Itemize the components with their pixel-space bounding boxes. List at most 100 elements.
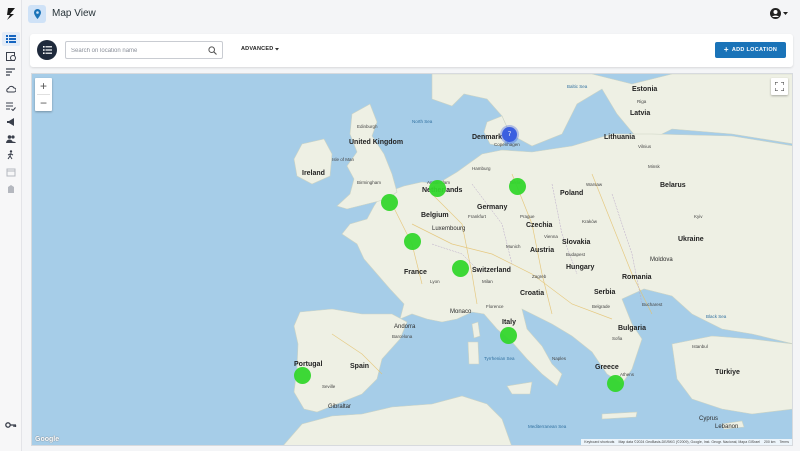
map-data-text: Map data ©2024 GeoBasis-DE/BKG (©2009), …: [618, 440, 760, 444]
label-edinburgh: Edinburgh: [357, 124, 378, 129]
location-marker-london[interactable]: [381, 194, 398, 211]
list-menu-icon: [42, 46, 52, 54]
location-cluster[interactable]: 7: [502, 127, 517, 142]
label-luxembourg: Luxembourg: [432, 226, 466, 232]
search-icon[interactable]: [208, 46, 217, 55]
label-estonia: Estonia: [632, 86, 658, 93]
menu-button[interactable]: [37, 40, 57, 60]
location-marker-switzerland[interactable]: [452, 260, 469, 277]
label-latvia: Latvia: [630, 110, 651, 117]
label-vienna: Vienna: [544, 234, 558, 239]
label-turkiye: Türkiye: [715, 369, 740, 376]
label-prague: Prague: [520, 214, 535, 219]
label-poland: Poland: [560, 190, 584, 197]
label-kyiv: Kyiv: [694, 214, 703, 219]
sidebar-item-checklist[interactable]: [2, 99, 20, 113]
fullscreen-icon: [775, 82, 784, 91]
keyboard-shortcuts-link[interactable]: Keyboard shortcuts: [584, 440, 614, 444]
caret-down-icon: [275, 47, 280, 50]
sidebar-item-calendar[interactable]: [2, 165, 20, 179]
add-location-button[interactable]: + ADD LOCATION: [715, 42, 786, 58]
megaphone-icon: [7, 118, 14, 126]
caret-down-icon: [783, 11, 788, 15]
scale-text: 200 km: [763, 440, 776, 444]
label-ireland: Ireland: [302, 170, 325, 177]
schedule-icon: [6, 52, 16, 61]
label-copenhagen: Copenhagen: [494, 142, 520, 147]
sidebar-item-people[interactable]: [2, 132, 20, 146]
label-north-sea: North Sea: [412, 119, 433, 124]
sidebar-item-route[interactable]: [2, 65, 20, 79]
sidebar: [0, 0, 22, 451]
logo-icon: [7, 8, 15, 20]
label-monaco: Monaco: [450, 309, 472, 315]
label-spain: Spain: [350, 363, 370, 370]
list-icon: [6, 35, 16, 43]
google-logo: Google: [35, 436, 60, 443]
label-united-kingdom: United Kingdom: [349, 139, 404, 146]
search-input[interactable]: [71, 45, 201, 56]
label-black-sea: Black Sea: [706, 314, 727, 319]
advanced-label: ADVANCED: [241, 46, 274, 52]
label-barcelona: Barcelona: [392, 334, 413, 339]
account-icon: [770, 8, 781, 19]
label-warsaw: Warsaw: [586, 182, 603, 187]
label-baltic-sea: Baltic Sea: [567, 84, 588, 89]
label-greece: Greece: [595, 364, 619, 371]
cloud-icon: [6, 85, 16, 93]
location-marker-rome[interactable]: [500, 327, 517, 344]
sidebar-item-walker[interactable]: [2, 148, 20, 162]
label-serbia: Serbia: [594, 289, 616, 296]
label-switzerland: Switzerland: [472, 267, 511, 274]
location-marker-paris[interactable]: [404, 233, 421, 250]
people-icon: [6, 135, 16, 143]
label-isle-of-man: Isle of Man: [332, 157, 355, 162]
building-icon: [8, 185, 14, 193]
location-marker-lisbon[interactable]: [294, 367, 311, 384]
label-austria: Austria: [530, 247, 555, 254]
sidebar-item-list[interactable]: [2, 32, 20, 46]
zoom-out-button[interactable]: −: [35, 95, 52, 111]
label-hamburg: Hamburg: [472, 166, 491, 171]
checklist-icon: [6, 102, 16, 111]
route-icon: [6, 68, 15, 76]
label-budapest: Budapest: [566, 252, 586, 257]
label-denmark: Denmark: [472, 134, 502, 141]
label-belarus: Belarus: [660, 182, 686, 189]
label-andorra: Andorra: [394, 324, 416, 330]
label-sofia: Sofia: [612, 336, 623, 341]
label-zagreb: Zagreb: [532, 274, 547, 279]
label-frankfurt: Frankfurt: [468, 214, 487, 219]
label-belgrade: Belgrade: [592, 304, 611, 309]
location-marker-berlin[interactable]: [509, 178, 526, 195]
sidebar-item-building[interactable]: [2, 182, 20, 196]
advanced-filter-button[interactable]: ADVANCED: [241, 46, 280, 52]
label-athens: Athens: [620, 372, 635, 377]
key-icon[interactable]: [5, 420, 17, 430]
fullscreen-button[interactable]: [771, 78, 788, 95]
sidebar-item-schedule[interactable]: [2, 49, 20, 63]
label-milan: Milan: [482, 279, 493, 284]
label-krakow: Kraków: [582, 219, 598, 224]
sidebar-item-announcements[interactable]: [2, 115, 20, 129]
location-marker-athens[interactable]: [607, 375, 624, 392]
location-marker-amsterdam[interactable]: [429, 180, 446, 197]
account-menu[interactable]: [770, 8, 788, 19]
search-box: [65, 41, 223, 59]
label-italy: Italy: [502, 319, 517, 326]
label-munich: Munich: [506, 244, 521, 249]
zoom-in-button[interactable]: +: [35, 78, 52, 94]
terms-link[interactable]: Terms: [779, 440, 789, 444]
sidebar-item-cloud[interactable]: [2, 82, 20, 96]
label-czechia: Czechia: [526, 222, 553, 229]
label-romania: Romania: [622, 274, 652, 281]
map-canvas[interactable]: United Kingdom Ireland Isle of Man Franc…: [31, 73, 793, 446]
label-gibraltar: Gibraltar: [328, 404, 352, 410]
page-title: Map View: [52, 8, 96, 19]
map-basemap: [283, 74, 792, 445]
label-hungary: Hungary: [566, 264, 595, 271]
label-lebanon: Lebanon: [715, 424, 739, 430]
label-cyprus: Cyprus: [699, 416, 719, 422]
label-slovakia: Slovakia: [562, 239, 591, 246]
label-naples: Naples: [552, 356, 567, 361]
